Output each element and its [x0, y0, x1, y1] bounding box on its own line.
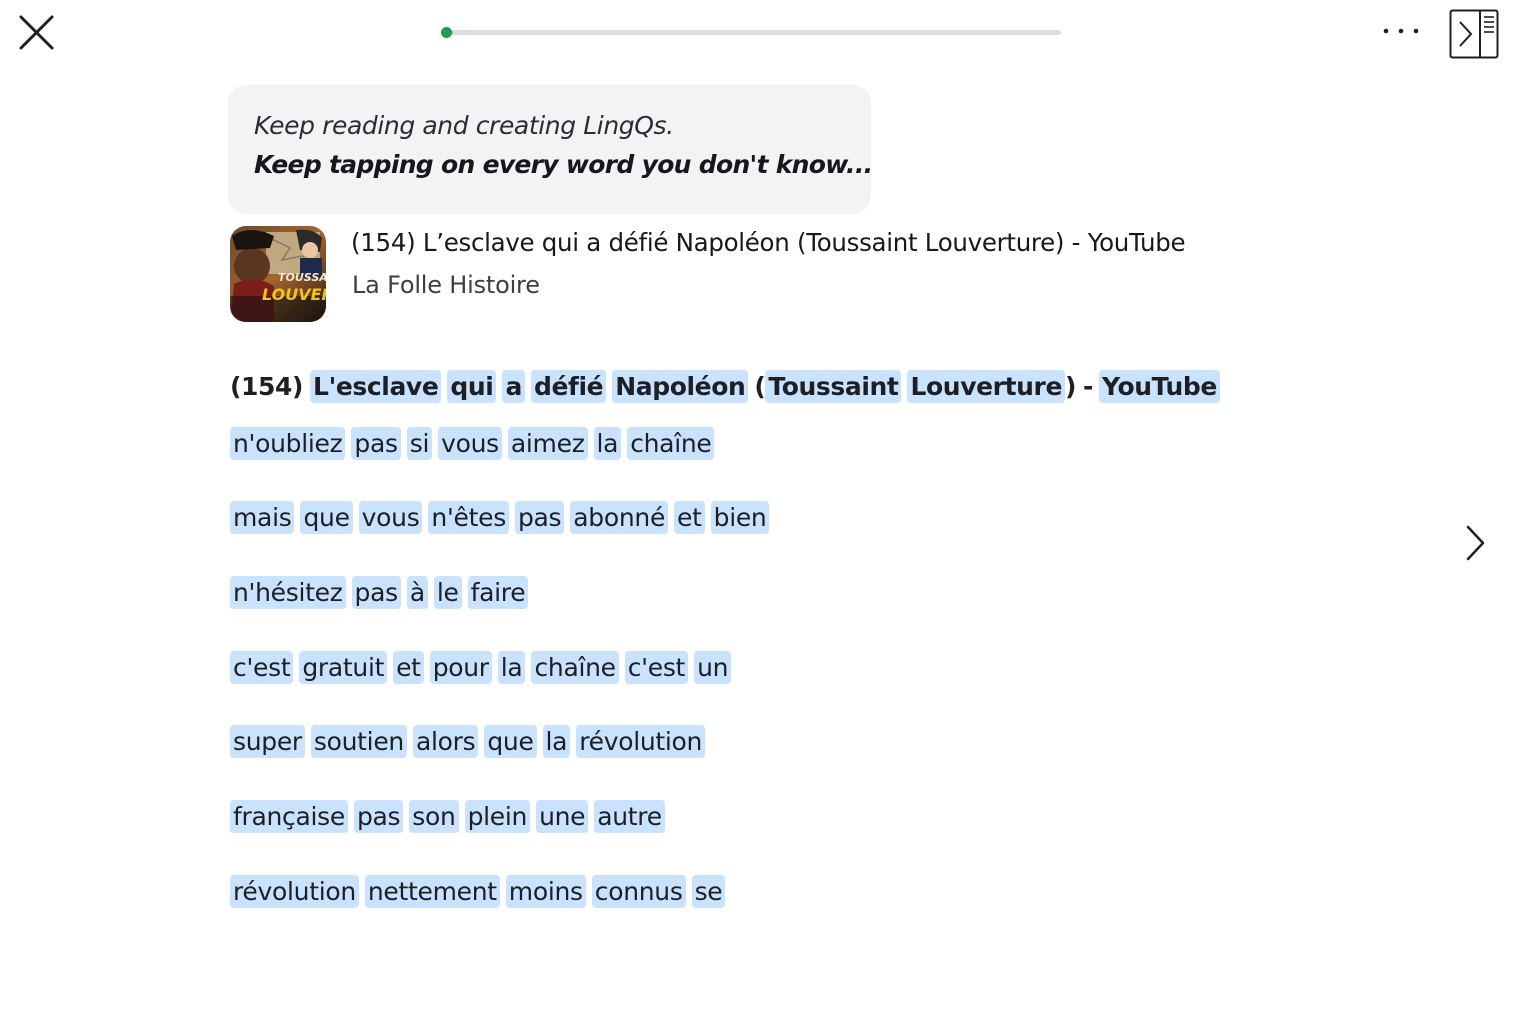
word-token[interactable]: pas	[353, 799, 404, 833]
lesson-heading: (154) L'esclave qui a défié Napoléon(Toussain…	[230, 368, 1380, 404]
word-token[interactable]: et	[674, 500, 705, 534]
text-line: c'est gratuit et pour la chaîne c'est un	[230, 649, 737, 685]
word-token[interactable]: qui	[447, 369, 497, 403]
lesson-thumbnail[interactable]: TOUSSAINT LOUVERTU	[230, 226, 326, 322]
text-line: n'oubliez pas si vous aimez la chaîne	[230, 425, 720, 461]
punctuation: (	[754, 371, 766, 401]
word-token[interactable]: que	[300, 500, 353, 534]
word-token[interactable]: plein	[464, 799, 531, 833]
word-token[interactable]: bien	[710, 500, 770, 534]
word-token[interactable]: Toussaint	[765, 369, 902, 403]
word-token[interactable]: défié	[530, 369, 607, 403]
word-token[interactable]: Napoléon	[612, 369, 749, 403]
text-line: n'hésitez pas à le faire	[230, 574, 534, 610]
text-line: révolution nettement moins connus se	[230, 873, 731, 909]
progress-indicator[interactable]	[441, 27, 452, 38]
punctuation: (154)	[230, 371, 304, 401]
word-token[interactable]: le	[433, 575, 462, 609]
word-token[interactable]: soutien	[310, 724, 407, 758]
lesson-progress-bar[interactable]	[441, 26, 1063, 40]
progress-track	[441, 30, 1061, 35]
close-icon	[19, 15, 54, 50]
word-token[interactable]: un	[694, 650, 732, 684]
text-line: française pas son plein une autre	[230, 798, 671, 834]
word-token[interactable]: connus	[591, 874, 686, 908]
lesson-source[interactable]: La Folle Histoire	[352, 271, 540, 299]
word-token[interactable]: faire	[467, 575, 529, 609]
thumbnail-image: TOUSSAINT LOUVERTU	[230, 226, 326, 322]
reading-tip-box: Keep reading and creating LingQs. Keep t…	[228, 85, 873, 214]
word-token[interactable]: pour	[429, 650, 492, 684]
word-token[interactable]: autre	[594, 799, 665, 833]
word-token[interactable]: que	[484, 724, 537, 758]
svg-text:LOUVERTU: LOUVERTU	[262, 285, 326, 304]
word-token[interactable]: L'esclave	[310, 369, 442, 403]
word-token[interactable]: française	[230, 799, 348, 833]
next-page-button[interactable]	[1459, 522, 1491, 564]
text-line: mais que vous n'êtes pas abonné et bien	[230, 499, 775, 535]
word-token[interactable]: pas	[514, 500, 565, 534]
word-token[interactable]: c'est	[624, 650, 689, 684]
word-token[interactable]: n'oubliez	[230, 426, 346, 460]
svg-text:TOUSSAINT: TOUSSAINT	[278, 271, 326, 284]
word-token[interactable]: vous	[358, 500, 423, 534]
word-token[interactable]: une	[536, 799, 589, 833]
sidebar-toggle-button[interactable]	[1449, 9, 1499, 59]
word-token[interactable]: super	[230, 724, 305, 758]
word-token[interactable]: la	[497, 650, 526, 684]
punctuation: )	[1065, 371, 1077, 401]
word-token[interactable]: révolution	[230, 874, 359, 908]
word-token[interactable]: aimez	[507, 426, 588, 460]
word-token[interactable]: abonné	[570, 500, 669, 534]
word-token[interactable]: la	[542, 724, 571, 758]
word-token[interactable]: n'hésitez	[230, 575, 346, 609]
word-token[interactable]: vous	[438, 426, 502, 460]
word-token[interactable]: gratuit	[299, 650, 388, 684]
word-token[interactable]: pas	[351, 575, 401, 609]
word-token[interactable]: Louverture	[907, 369, 1066, 403]
word-token[interactable]: mais	[230, 500, 295, 534]
chevron-right-icon	[1466, 525, 1485, 561]
word-token[interactable]: n'êtes	[428, 500, 509, 534]
sidebar-toggle-icon	[1449, 9, 1499, 59]
word-token[interactable]: YouTube	[1099, 369, 1220, 403]
more-options-button[interactable]	[1378, 16, 1424, 46]
word-token[interactable]: c'est	[230, 650, 294, 684]
word-token[interactable]: révolution	[576, 724, 706, 758]
lesson-reader: Keep reading and creating LingQs. Keep t…	[0, 0, 1519, 1011]
word-token[interactable]: et	[393, 650, 424, 684]
lesson-title[interactable]: (154) L’esclave qui a défié Napoléon (To…	[351, 228, 1186, 257]
word-token[interactable]: moins	[505, 874, 586, 908]
tip-hint-text: Keep tapping on every word you don't kno…	[254, 150, 873, 179]
word-token[interactable]: chaîne	[531, 650, 619, 684]
word-token[interactable]: pas	[351, 426, 401, 460]
word-token[interactable]: son	[409, 799, 459, 833]
word-token[interactable]: alors	[412, 724, 479, 758]
lesson-text: (154) L'esclave qui a défié Napoléon(Toussain…	[230, 368, 1380, 908]
punctuation: -	[1083, 371, 1094, 401]
tip-text: Keep reading and creating LingQs.	[254, 111, 674, 140]
text-line: super soutien alors que la révolution	[230, 723, 711, 759]
word-token[interactable]: nettement	[364, 874, 500, 908]
word-token[interactable]: la	[593, 426, 622, 460]
word-token[interactable]: chaîne	[627, 426, 715, 460]
word-token[interactable]: a	[502, 369, 525, 403]
close-button[interactable]	[18, 14, 56, 52]
word-token[interactable]: à	[406, 575, 428, 609]
word-token[interactable]: se	[691, 874, 726, 908]
more-dots-icon	[1383, 28, 1419, 34]
word-token[interactable]: si	[406, 426, 433, 460]
